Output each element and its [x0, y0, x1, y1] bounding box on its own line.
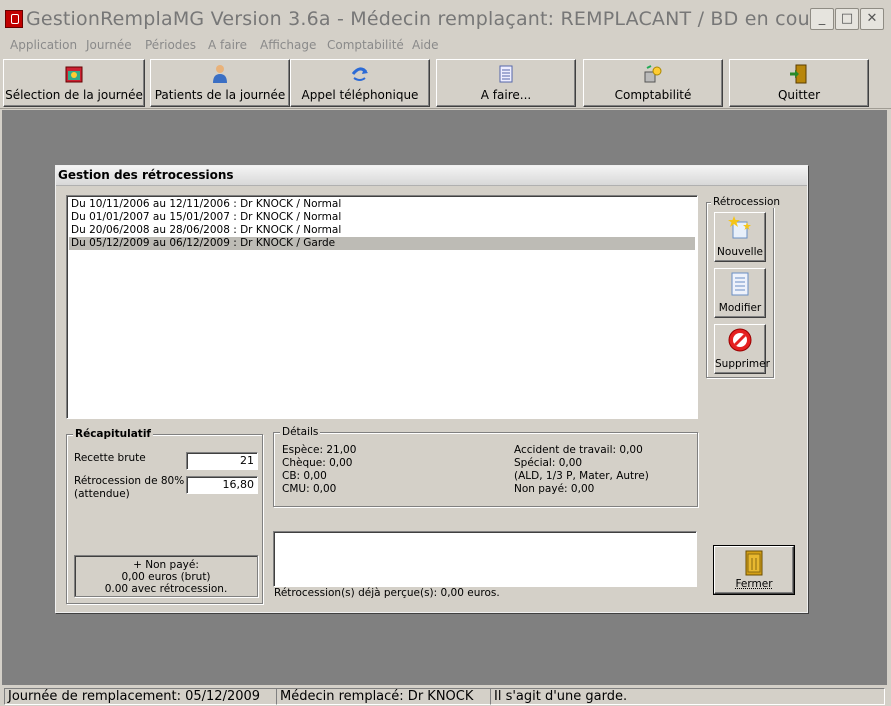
retrocessions-percues: Rétrocession(s) déjà perçue(s): 0,00 eur…	[274, 587, 500, 599]
memo-box[interactable]	[273, 531, 697, 587]
window-title: GestionRemplaMG Version 3.6a - Médecin r…	[26, 8, 872, 30]
patient-icon	[210, 64, 230, 84]
non-paye-summary: + Non payé: 0,00 euros (brut) 0.00 avec …	[74, 555, 258, 597]
close-button[interactable]: ✕	[860, 8, 884, 30]
a-faire-button[interactable]: A faire...	[436, 59, 576, 107]
cb-value: CB: 0,00	[282, 470, 327, 482]
modifier-button[interactable]: Modifier	[714, 268, 766, 318]
maximize-button[interactable]: □	[835, 8, 859, 30]
retrocession-list[interactable]: Du 10/11/2006 au 12/11/2006 : Dr KNOCK /…	[66, 195, 698, 419]
recette-brute-label: Recette brute	[74, 452, 146, 464]
menu-periodes[interactable]: Périodes	[145, 38, 196, 52]
close-door-icon	[745, 550, 763, 576]
supprimer-button[interactable]: Supprimer	[714, 324, 770, 374]
espece-value: Espèce: 21,00	[282, 444, 357, 456]
retrocession-label-attendue: (attendue)	[74, 488, 130, 500]
toolbar: Sélection de la journée Patients de la j…	[0, 56, 891, 109]
non-paye-value: Non payé: 0,00	[514, 483, 595, 495]
quitter-button[interactable]: Quitter	[729, 59, 869, 107]
recapitulatif-legend: Récapitulatif	[73, 428, 153, 440]
retrocession-group-legend: Rétrocession	[711, 196, 783, 208]
list-item[interactable]: Du 10/11/2006 au 12/11/2006 : Dr KNOCK /…	[69, 198, 695, 211]
retrocession-dialog: Gestion des rétrocessions Du 10/11/2006 …	[55, 165, 808, 613]
special-detail: (ALD, 1/3 P, Mater, Autre)	[514, 470, 649, 482]
status-bar: Journée de remplacement: 05/12/2009 Méde…	[0, 686, 891, 706]
menu-journee[interactable]: Journée	[86, 38, 132, 52]
phone-arrow-icon	[350, 64, 370, 84]
exit-door-icon	[789, 64, 809, 84]
menu-aide[interactable]: Aide	[412, 38, 439, 52]
selection-journee-button[interactable]: Sélection de la journée	[3, 59, 145, 107]
fermer-button[interactable]: Fermer	[713, 545, 795, 595]
status-garde: Il s'agit d'une garde.	[490, 688, 885, 705]
list-item[interactable]: Du 01/01/2007 au 15/01/2007 : Dr KNOCK /…	[69, 211, 695, 224]
dialog-title: Gestion des rétrocessions	[56, 166, 807, 186]
menu-bar: Application Journée Périodes A faire Aff…	[0, 36, 891, 54]
appel-telephonique-button[interactable]: Appel téléphonique	[290, 59, 430, 107]
calendar-icon	[64, 64, 84, 84]
accident-travail-value: Accident de travail: 0,00	[514, 444, 643, 456]
special-value: Spécial: 0,00	[514, 457, 583, 469]
menu-comptabilite[interactable]: Comptabilité	[327, 38, 404, 52]
details-legend: Détails	[280, 426, 321, 438]
minimize-button[interactable]: _	[810, 8, 834, 30]
app-icon[interactable]	[5, 10, 23, 28]
menu-affichage[interactable]: Affichage	[260, 38, 316, 52]
new-star-icon	[728, 216, 751, 239]
delete-prohibited-icon	[728, 328, 752, 352]
edit-document-icon	[731, 272, 749, 296]
list-item[interactable]: Du 20/06/2008 au 28/06/2008 : Dr KNOCK /…	[69, 224, 695, 237]
recapitulatif-group: Récapitulatif Recette brute 21 Rétrocess…	[66, 428, 263, 604]
title-bar: GestionRemplaMG Version 3.6a - Médecin r…	[0, 0, 891, 37]
retrocession-group: Rétrocession Nouvelle Modifier Supprimer	[706, 196, 783, 378]
cheque-value: Chèque: 0,00	[282, 457, 353, 469]
notes-icon	[496, 64, 516, 84]
status-medecin: Médecin remplacé: Dr KNOCK	[276, 688, 491, 705]
nouvelle-button[interactable]: Nouvelle	[714, 212, 766, 262]
retrocession-label: Rétrocession de 80%	[74, 475, 185, 487]
comptabilite-button[interactable]: Comptabilité	[583, 59, 723, 107]
retrocession-field[interactable]: 16,80	[186, 476, 258, 494]
recette-brute-field[interactable]: 21	[186, 452, 258, 470]
cmu-value: CMU: 0,00	[282, 483, 337, 495]
status-journee: Journée de remplacement: 05/12/2009	[4, 688, 277, 705]
accounting-icon	[643, 64, 663, 84]
menu-a-faire[interactable]: A faire	[208, 38, 247, 52]
menu-application[interactable]: Application	[10, 38, 77, 52]
details-group: Détails Espèce: 21,00 Chèque: 0,00 CB: 0…	[273, 426, 698, 507]
patients-journee-button[interactable]: Patients de la journée	[150, 59, 290, 107]
list-item-selected[interactable]: Du 05/12/2009 au 06/12/2009 : Dr KNOCK /…	[69, 237, 695, 250]
